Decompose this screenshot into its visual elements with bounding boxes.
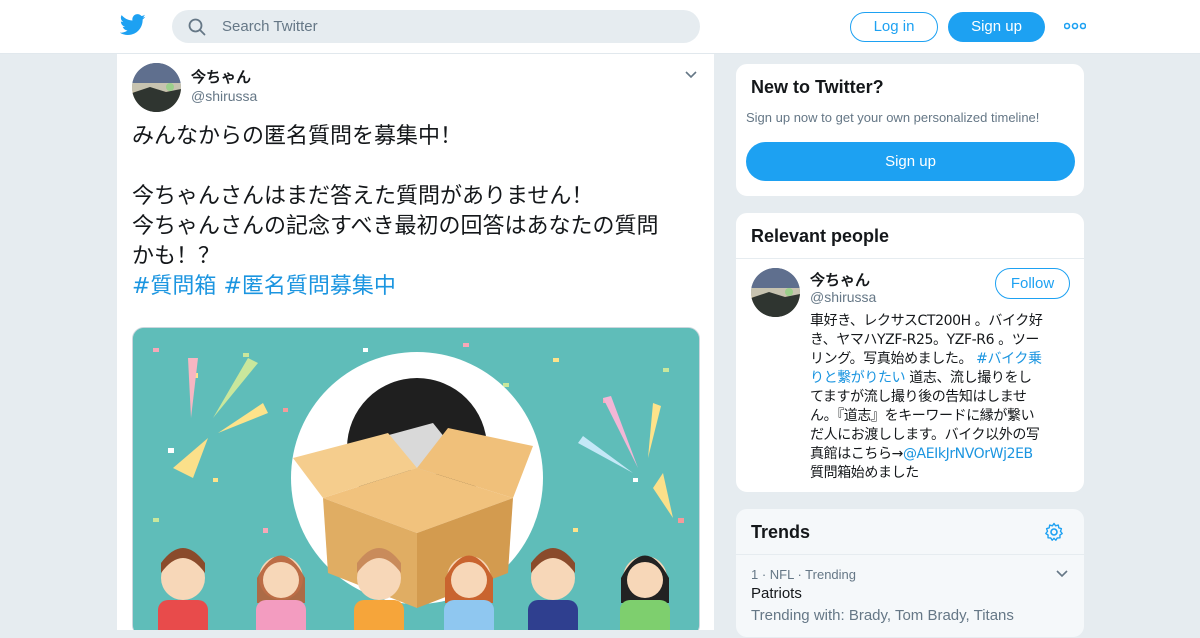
- follow-button[interactable]: Follow: [995, 268, 1070, 299]
- person-name[interactable]: 今ちゃん: [810, 269, 870, 290]
- tweet: 今ちゃん @shirussa みんなからの匿名質問を募集中！ 今ちゃんさんはまだ…: [116, 54, 715, 630]
- tweet-image-card[interactable]: [132, 327, 700, 630]
- person-handle[interactable]: @shirussa: [810, 289, 876, 305]
- tweet-line: 今ちゃんさんはまだ答えた質問がありません！: [132, 184, 594, 209]
- trend-related: Trending with: Brady, Tom Brady, Titans: [751, 607, 1014, 624]
- bio-line: だ人にお渡しします。バイク以外の写: [810, 427, 1040, 443]
- mention-link[interactable]: @AEIkJrNVOrWj2EB: [903, 446, 1033, 462]
- person-bio: 車好き、レクサスCT200H 。バイク好 き、ヤマハYZF-R25。YZF-R6…: [810, 312, 1072, 483]
- bio-line: 車好き、レクサスCT200H 。バイク好: [810, 313, 1043, 329]
- login-button[interactable]: Log in: [850, 12, 938, 42]
- tweet-text: みんなからの匿名質問を募集中！ 今ちゃんさんはまだ答えた質問がありません！ 今ち…: [132, 122, 704, 302]
- search-box[interactable]: [172, 10, 700, 43]
- more-options-icon[interactable]: [1064, 20, 1086, 32]
- trends-card: Trends 1 · NFL · Trending Patriots Trend…: [735, 508, 1085, 638]
- bio-line: 質問箱始めました: [810, 465, 919, 481]
- tweet-line: かも！？: [132, 244, 221, 269]
- bio-text: リング。写真始めました。: [810, 351, 973, 367]
- bio-line: き、ヤマハYZF-R25。YZF-R6 。ツー: [810, 332, 1039, 348]
- chevron-down-icon[interactable]: [1055, 569, 1069, 579]
- avatar[interactable]: [132, 63, 181, 112]
- trend-meta: 1 · NFL · Trending: [751, 567, 857, 582]
- tweet-author-handle[interactable]: @shirussa: [191, 88, 257, 104]
- hashtag-link[interactable]: りと繋がりたい: [810, 370, 906, 386]
- divider: [736, 554, 1084, 555]
- avatar[interactable]: [751, 268, 800, 317]
- hashtag-link[interactable]: #バイク乗: [976, 351, 1042, 367]
- new-to-twitter-card: New to Twitter? Sign up now to get your …: [735, 63, 1085, 197]
- card-title: Trends: [751, 522, 811, 542]
- gear-icon[interactable]: [1044, 522, 1064, 542]
- signup-button[interactable]: Sign up: [746, 142, 1075, 181]
- card-title: New to Twitter?: [751, 77, 884, 97]
- bio-text: 真館はこちら→: [810, 446, 903, 462]
- hashtag-link[interactable]: #匿名質問募集中: [223, 274, 395, 299]
- bio-line: てますが流し撮り後の告知はしませ: [810, 389, 1027, 405]
- trend-name[interactable]: Patriots: [751, 585, 802, 602]
- tweet-line: 今ちゃんさんの記念すべき最初の回答はあなたの質問: [132, 214, 659, 239]
- divider: [736, 258, 1084, 259]
- bio-text: 道志、流し撮りをし: [905, 370, 1032, 386]
- tweet-author-name[interactable]: 今ちゃん: [191, 66, 251, 87]
- tweet-line: みんなからの匿名質問を募集中！: [132, 124, 463, 149]
- search-icon: [188, 18, 206, 36]
- search-input[interactable]: [222, 10, 682, 43]
- party-illustration: [133, 328, 699, 630]
- hashtag-link[interactable]: #質問箱: [132, 274, 216, 299]
- card-title: Relevant people: [751, 226, 890, 246]
- relevant-people-card: Relevant people 今ちゃん @shirussa Follow 車好…: [735, 212, 1085, 493]
- top-navigation-bar: Log in Sign up: [0, 0, 1200, 54]
- bio-line: ん。『道志』をキーワードに縁が繋い: [810, 408, 1035, 424]
- twitter-bird-icon[interactable]: [120, 14, 146, 36]
- card-subtitle: Sign up now to get your own personalized…: [746, 110, 1040, 125]
- signup-button[interactable]: Sign up: [948, 12, 1045, 42]
- chevron-down-icon[interactable]: [684, 70, 698, 80]
